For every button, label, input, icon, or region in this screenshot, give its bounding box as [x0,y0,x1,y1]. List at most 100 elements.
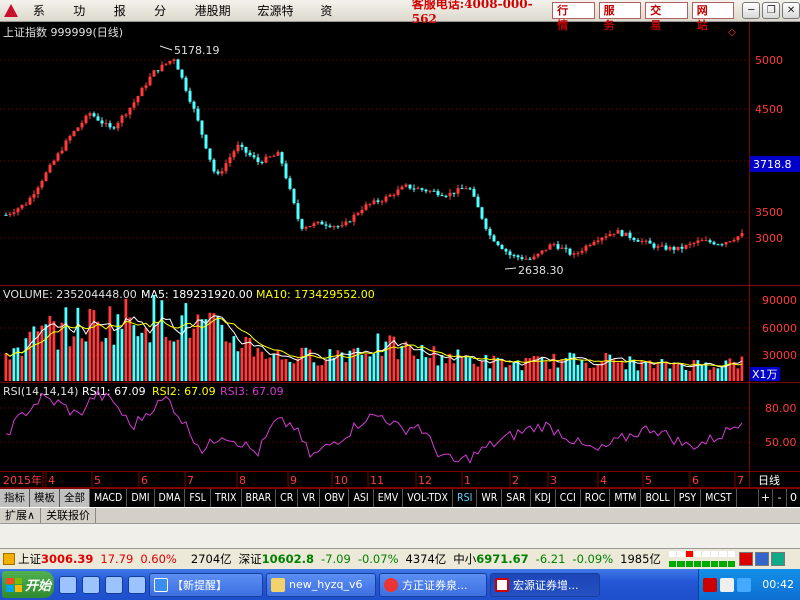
related-quotes-tab[interactable]: 关联报价 [41,508,97,523]
volume-bar [480,360,484,381]
menu-hk-futures[interactable]: 港股期货 [186,0,249,40]
tab-dma[interactable]: DMA [155,489,186,507]
website-button[interactable]: 网 站 [691,2,735,32]
tab-vr[interactable]: VR [298,489,321,507]
tab-psy[interactable]: PSY [675,489,702,507]
market-button[interactable]: 行 情 [552,2,595,32]
volume-bar [28,331,32,381]
volume-bar [64,307,68,381]
menu-hongyuan-special[interactable]: 宏源特色 [248,0,311,40]
candle-body [528,258,532,260]
tab-mcst[interactable]: MCST [701,489,737,507]
volume-bar [40,325,44,381]
tab-sar[interactable]: SAR [502,489,531,507]
volume-bar [740,356,744,381]
period-label[interactable]: 日线 [758,473,780,487]
candle-body [4,214,8,216]
tab-fsl[interactable]: FSL [185,489,211,507]
trade-button[interactable]: 交 易 [645,2,688,32]
diamond-icon[interactable]: ◇ [728,27,736,38]
indicator-tab-bar: 指标 模板 全部 MACD DMI DMA FSL TRIX BRAR CR V… [0,488,800,507]
menu-quotes[interactable]: 报价 [105,0,145,40]
tray-security-icon[interactable] [737,577,752,592]
tab-mtm[interactable]: MTM [610,489,642,507]
candle-body [492,235,496,242]
volume-bar [336,350,340,381]
candle-body [56,153,60,161]
market-breadth-meter [668,551,735,567]
close-icon[interactable]: ✕ [782,2,800,19]
tab-emv[interactable]: EMV [374,489,404,507]
tab-asi[interactable]: ASI [349,489,374,507]
candle-body [388,194,392,197]
candle-body [532,256,536,260]
tab-macd[interactable]: MACD [90,489,128,507]
candle-body [348,221,352,223]
desktop-quicklaunch-icon[interactable] [82,575,100,594]
ie-quicklaunch-icon[interactable] [59,575,77,594]
tab-cr[interactable]: CR [276,489,299,507]
candle-body [332,226,336,228]
tab-all[interactable]: 全部 [60,489,90,507]
alert-icon[interactable] [738,552,753,566]
tray-network-icon[interactable] [720,577,735,592]
candle-body [368,203,372,205]
volume-bar [556,367,560,381]
tab-wr[interactable]: WR [477,489,503,507]
restore-icon[interactable]: ❐ [762,2,781,19]
tab-vol-tdx[interactable]: VOL-TDX [403,489,454,507]
sh-index-value: 3006.39 [41,552,94,566]
zoom-in-button[interactable]: + [758,489,772,507]
volume-bar [316,365,320,381]
candle-body [240,144,244,147]
tab-trix[interactable]: TRIX [211,489,242,507]
chat-icon[interactable] [754,552,769,566]
candle-body [172,59,176,61]
expand-tab[interactable]: 扩展∧ [0,508,42,523]
volume-bar [588,367,592,381]
menu-analysis[interactable]: 分析 [145,0,185,40]
task-new-reminder[interactable]: 【新提醒】 [149,572,263,597]
zoom-out-button[interactable]: - [772,489,786,507]
tab-roc[interactable]: ROC [581,489,611,507]
candle-body [672,246,676,250]
market-index-icon[interactable] [3,553,15,565]
tab-dmi[interactable]: DMI [127,489,155,507]
tab-brar[interactable]: BRAR [242,489,277,507]
menu-system[interactable]: 系统 [24,0,64,40]
volume-bar [104,338,108,381]
time-axis-label: 10 [334,474,348,487]
task-founder-securities[interactable]: 方正证券泉... [379,572,487,597]
menu-news[interactable]: 资讯 [311,0,351,40]
tab-kdj[interactable]: KDJ [531,489,556,507]
stock-chart[interactable]: 上证指数 999999(日线) ◇ 5000 4500 4000 3500 30… [0,22,800,507]
tab-indicators[interactable]: 指标 [0,489,30,507]
candle-body [128,107,132,115]
menu-function[interactable]: 功能 [64,0,104,40]
minimize-icon[interactable]: ─ [742,2,761,19]
service-button[interactable]: 服 务 [598,2,642,32]
reset-button[interactable]: 0 [786,489,800,507]
tray-app-icon[interactable] [703,577,718,592]
tab-obv[interactable]: OBV [320,489,350,507]
volume-bar [24,338,28,381]
tab-cci[interactable]: CCI [556,489,581,507]
volume-bar [520,370,524,381]
candle-body [412,188,416,190]
menu-bar: 系统 功能 报价 分析 港股期货 宏源特色 资讯 客服电话:4008-000-5… [0,0,800,40]
media-quicklaunch-icon[interactable] [128,575,146,594]
message-icon[interactable] [770,552,785,566]
windows-taskbar: 开始 【新提醒】 new_hyzq_v6 方正证券泉... 宏源证券增... 0… [0,569,800,600]
candle-body [424,189,428,192]
tab-boll[interactable]: BOLL [641,489,675,507]
candle-body [724,242,728,245]
candle-body [184,77,188,91]
tab-templates[interactable]: 模板 [30,489,60,507]
task-folder[interactable]: new_hyzq_v6 [266,572,376,597]
candle-body [440,195,444,197]
tab-rsi[interactable]: RSI [453,489,478,507]
ie2-quicklaunch-icon[interactable] [105,575,123,594]
volume-bar [456,349,460,381]
start-button[interactable]: 开始 [2,571,54,598]
task-hongyuan-securities[interactable]: 宏源证券增... [490,572,600,597]
